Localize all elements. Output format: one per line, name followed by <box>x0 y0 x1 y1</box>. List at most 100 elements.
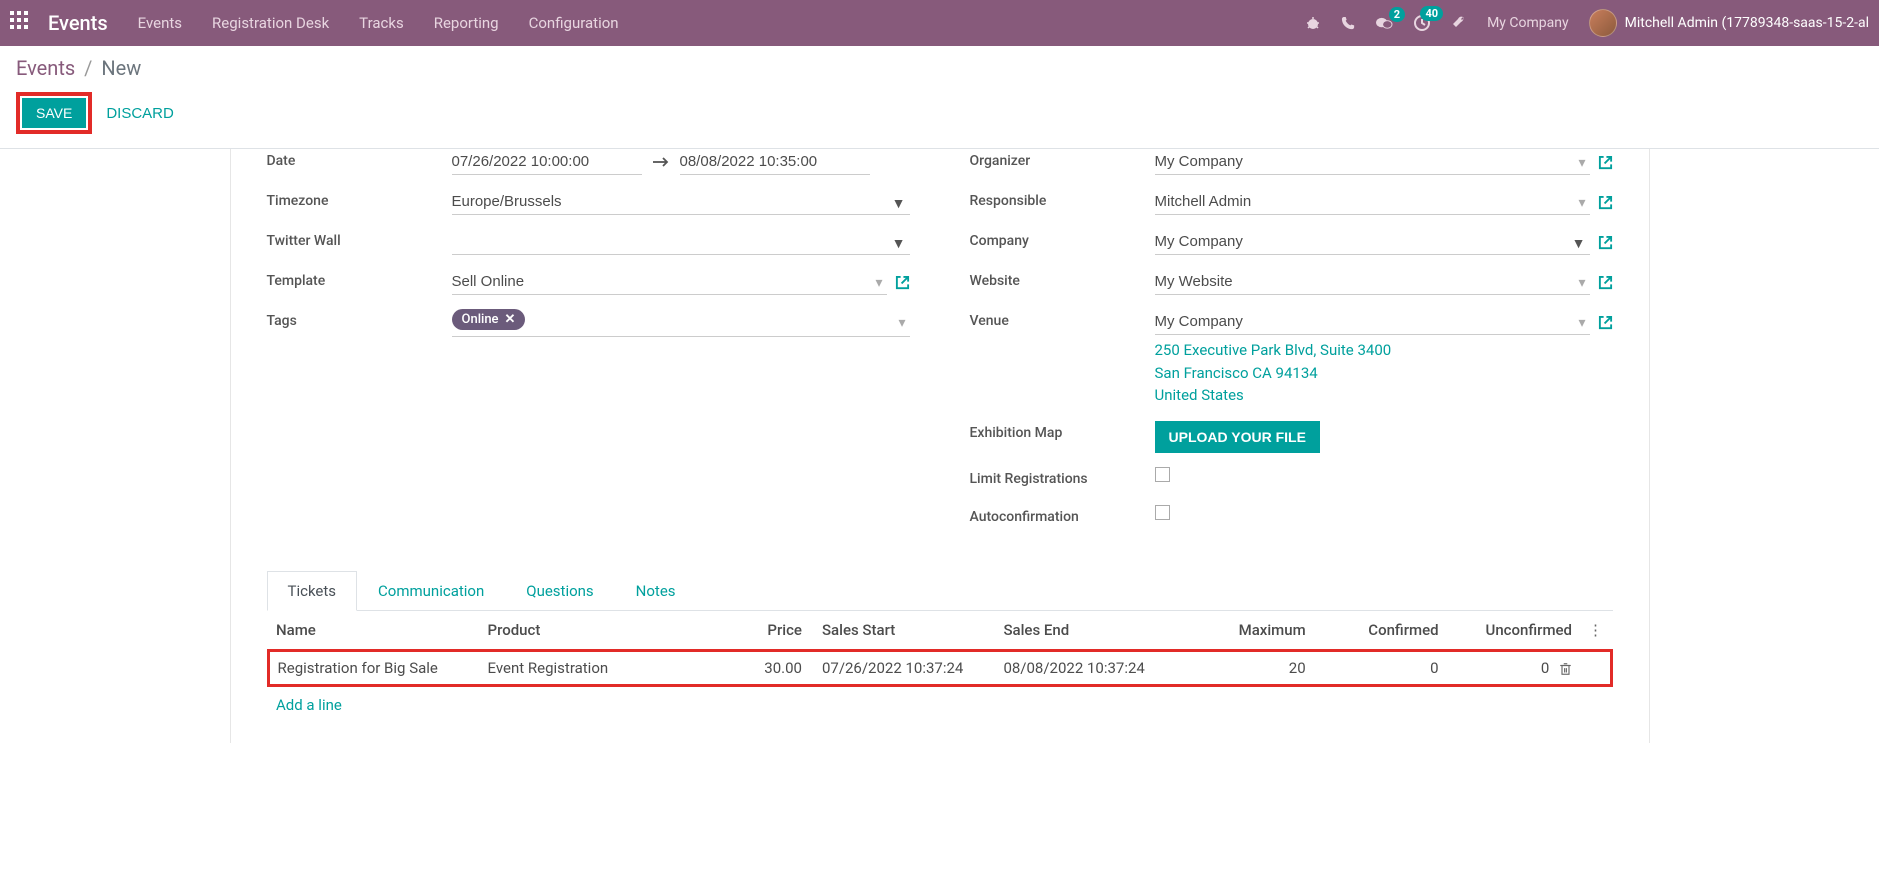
th-kebab[interactable]: ⋮ <box>1580 611 1611 651</box>
th-start[interactable]: Sales Start <box>810 611 995 651</box>
company-switcher[interactable]: My Company <box>1487 15 1569 31</box>
breadcrumb-root[interactable]: Events <box>16 56 75 80</box>
discard-button[interactable]: DISCARD <box>102 98 178 129</box>
kebab-icon[interactable]: ⋮ <box>1588 621 1603 639</box>
table-row[interactable]: Registration for Big Sale Event Registra… <box>268 650 1611 685</box>
save-button[interactable]: SAVE <box>22 98 86 128</box>
breadcrumb-current: New <box>101 56 141 80</box>
nav-tracks[interactable]: Tracks <box>359 14 404 32</box>
external-link-icon[interactable] <box>1598 314 1613 330</box>
nav-events[interactable]: Events <box>138 14 182 32</box>
timezone-label: Timezone <box>267 189 452 209</box>
venue-label: Venue <box>970 309 1155 329</box>
external-link-icon[interactable] <box>1598 154 1613 170</box>
cell-confirmed[interactable]: 0 <box>1314 650 1447 685</box>
th-product[interactable]: Product <box>480 611 718 651</box>
avatar <box>1589 9 1617 37</box>
website-select[interactable] <box>1155 269 1590 295</box>
form-left-col: Date Timezone ▼ Twitter Wall <box>267 149 910 543</box>
venue-select[interactable] <box>1155 309 1590 335</box>
activity-clock-icon[interactable]: 40 <box>1413 14 1431 32</box>
cell-end[interactable]: 08/08/2022 10:37:24 <box>995 650 1180 685</box>
nav-registration-desk[interactable]: Registration Desk <box>212 14 329 32</box>
messages-icon[interactable]: 2 <box>1376 15 1393 31</box>
th-price[interactable]: Price <box>717 611 810 651</box>
organizer-label: Organizer <box>970 149 1155 169</box>
th-max[interactable]: Maximum <box>1181 611 1314 651</box>
tools-icon[interactable] <box>1451 15 1467 31</box>
th-confirmed[interactable]: Confirmed <box>1314 611 1447 651</box>
th-unconfirmed[interactable]: Unconfirmed <box>1447 611 1580 651</box>
tag-label: Online <box>462 312 499 327</box>
th-end[interactable]: Sales End <box>995 611 1180 651</box>
user-menu[interactable]: Mitchell Admin (17789348-saas-15-2-al <box>1589 9 1869 37</box>
organizer-select[interactable] <box>1155 149 1590 175</box>
twitter-label: Twitter Wall <box>267 229 452 249</box>
cell-price[interactable]: 30.00 <box>717 650 810 685</box>
autoconfirm-checkbox[interactable] <box>1155 505 1170 520</box>
cell-start[interactable]: 07/26/2022 10:37:24 <box>810 650 995 685</box>
external-link-icon[interactable] <box>1598 274 1613 290</box>
autoconfirm-label: Autoconfirmation <box>970 505 1155 525</box>
tag-remove-icon[interactable]: ✕ <box>505 312 516 327</box>
th-name[interactable]: Name <box>268 611 480 651</box>
date-start-input[interactable] <box>452 149 642 175</box>
tab-communication[interactable]: Communication <box>357 571 505 610</box>
trash-icon[interactable] <box>1559 659 1572 677</box>
responsible-select[interactable] <box>1155 189 1590 215</box>
app-brand[interactable]: Events <box>48 11 108 35</box>
nav-links: Events Registration Desk Tracks Reportin… <box>138 14 619 32</box>
tab-questions[interactable]: Questions <box>505 571 614 610</box>
address-country: United States <box>1155 384 1613 407</box>
caret-down-icon: ▾ <box>898 315 905 331</box>
tags-label: Tags <box>267 309 452 329</box>
date-end-input[interactable] <box>680 149 870 175</box>
breadcrumb: Events / New <box>16 56 1863 80</box>
form-sheet: Date Timezone ▼ Twitter Wall <box>230 149 1650 743</box>
tab-tickets[interactable]: Tickets <box>267 571 358 611</box>
nav-configuration[interactable]: Configuration <box>529 14 619 32</box>
address-line2: San Francisco CA 94134 <box>1155 362 1613 385</box>
external-link-icon[interactable] <box>1598 234 1613 250</box>
company-select[interactable] <box>1155 229 1590 255</box>
phone-icon[interactable] <box>1341 15 1356 31</box>
messages-badge: 2 <box>1389 7 1405 22</box>
company-label: Company <box>970 229 1155 249</box>
tickets-table: Name Product Price Sales Start Sales End… <box>267 611 1613 723</box>
cell-name[interactable]: Registration for Big Sale <box>268 650 480 685</box>
template-select[interactable] <box>452 269 887 295</box>
tab-notes[interactable]: Notes <box>615 571 697 610</box>
nav-reporting[interactable]: Reporting <box>434 14 499 32</box>
arrow-right-icon <box>652 154 670 170</box>
address-line1: 250 Executive Park Blvd, Suite 3400 <box>1155 339 1613 362</box>
date-label: Date <box>267 149 452 169</box>
limit-reg-checkbox[interactable] <box>1155 467 1170 482</box>
action-row: SAVE DISCARD <box>16 92 1863 134</box>
form-right-col: Organizer ▾ Responsible ▾ <box>970 149 1613 543</box>
responsible-label: Responsible <box>970 189 1155 209</box>
tag-online[interactable]: Online ✕ <box>452 309 526 330</box>
apps-icon[interactable] <box>10 11 34 35</box>
user-name: Mitchell Admin (17789348-saas-15-2-al <box>1625 15 1869 31</box>
breadcrumb-sep: / <box>84 56 92 80</box>
exhibition-label: Exhibition Map <box>970 421 1155 441</box>
twitter-select[interactable] <box>452 229 910 255</box>
upload-button[interactable]: UPLOAD YOUR FILE <box>1155 421 1320 453</box>
control-panel: Events / New SAVE DISCARD <box>0 46 1879 149</box>
venue-address: 250 Executive Park Blvd, Suite 3400 San … <box>1155 339 1613 407</box>
external-link-icon[interactable] <box>895 274 910 290</box>
external-link-icon[interactable] <box>1598 194 1613 210</box>
limit-reg-label: Limit Registrations <box>970 467 1155 487</box>
add-line-link[interactable]: Add a line <box>268 685 1611 723</box>
bug-icon[interactable] <box>1305 15 1321 31</box>
nav-right: 2 40 My Company Mitchell Admin (17789348… <box>1305 9 1869 37</box>
cell-max[interactable]: 20 <box>1181 650 1314 685</box>
top-navbar: Events Events Registration Desk Tracks R… <box>0 0 1879 46</box>
tabs: Tickets Communication Questions Notes <box>267 571 1613 611</box>
timezone-select[interactable] <box>452 189 910 215</box>
cell-unconfirmed[interactable]: 0 <box>1447 650 1580 685</box>
activity-badge: 40 <box>1420 6 1443 21</box>
template-label: Template <box>267 269 452 289</box>
website-label: Website <box>970 269 1155 289</box>
cell-product[interactable]: Event Registration <box>480 650 718 685</box>
